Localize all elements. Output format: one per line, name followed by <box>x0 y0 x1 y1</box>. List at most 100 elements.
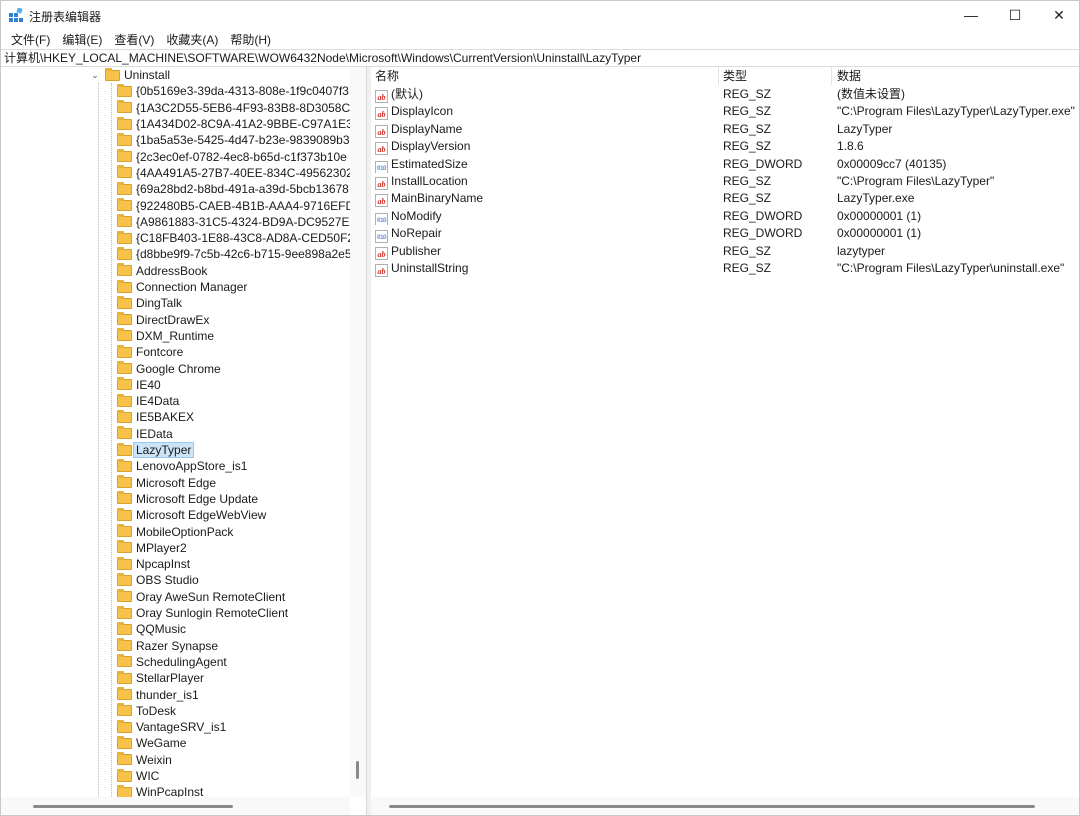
tree-node[interactable]: Connection Manager <box>117 279 247 295</box>
scrollbar-thumb[interactable] <box>389 805 1035 808</box>
tree-node[interactable]: MPlayer2 <box>117 540 187 556</box>
tree-node[interactable]: {C18FB403-1E88-43C8-AD8A-CED50F23 <box>117 230 361 246</box>
tree-node-label-selected: LazyTyper <box>133 442 195 459</box>
menu-help[interactable]: 帮助(H) <box>224 31 277 48</box>
value-row[interactable]: ab (默认) REG_SZ (数值未设置) <box>371 86 1079 103</box>
values-horizontal-scrollbar[interactable] <box>371 797 1079 815</box>
tree-node[interactable]: LazyTyper <box>117 442 195 459</box>
value-name-cell: ab DisplayVersion <box>375 138 715 156</box>
tree-node[interactable]: Fontcore <box>117 344 183 360</box>
tree-node[interactable]: AddressBook <box>117 263 207 279</box>
tree-node[interactable]: DXM_Runtime <box>117 328 214 344</box>
tree-node[interactable]: {1A434D02-8C9A-41A2-9BBE-C97A1E31 <box>117 116 359 132</box>
tree-node-label: WeGame <box>136 736 187 751</box>
value-data: 0x00009cc7 (40135) <box>837 156 947 171</box>
tree-node-uninstall[interactable]: ⌄ Uninstall <box>89 67 170 83</box>
value-row[interactable]: ab DisplayName REG_SZ LazyTyper <box>371 121 1079 138</box>
tree-node[interactable]: WeGame <box>117 735 186 751</box>
scrollbar-thumb[interactable] <box>33 805 233 808</box>
tree-node-label: {0b5169e3-39da-4313-808e-1f9c0407f3 <box>136 84 349 99</box>
title-bar[interactable]: 注册表编辑器 — ☐ ✕ <box>1 1 1079 29</box>
column-header-name[interactable]: 名称 <box>375 67 399 85</box>
menu-edit[interactable]: 编辑(E) <box>56 31 108 48</box>
tree-node[interactable]: {4AA491A5-27B7-40EE-834C-49562302A <box>117 165 361 181</box>
tree-node[interactable]: SchedulingAgent <box>117 654 227 670</box>
tree-node[interactable]: ToDesk <box>117 703 176 719</box>
menu-bar: 文件(F) 编辑(E) 查看(V) 收藏夹(A) 帮助(H) <box>1 29 1079 49</box>
value-row[interactable]: ab DisplayVersion REG_SZ 1.8.6 <box>371 138 1079 156</box>
tree-horizontal-scrollbar[interactable] <box>1 797 350 815</box>
tree-node-label: WIC <box>136 769 160 784</box>
close-button[interactable]: ✕ <box>1037 1 1080 29</box>
tree-node-label: {1ba5a53e-5425-4d47-b23e-9839089b3 <box>136 133 350 148</box>
tree-node[interactable]: Oray Sunlogin RemoteClient <box>117 605 288 621</box>
menu-view[interactable]: 查看(V) <box>108 31 160 48</box>
folder-icon <box>117 442 132 456</box>
menu-favorites[interactable]: 收藏夹(A) <box>160 31 224 48</box>
folder-icon <box>117 165 132 179</box>
value-row[interactable]: ab MainBinaryName REG_SZ LazyTyper.exe <box>371 190 1079 208</box>
tree-node[interactable]: OBS Studio <box>117 572 199 588</box>
value-row[interactable]: 010 NoModify REG_DWORD 0x00000001 (1) <box>371 208 1079 226</box>
tree-node[interactable]: DirectDrawEx <box>117 312 209 328</box>
value-data: "C:\Program Files\LazyTyper" <box>837 174 995 188</box>
tree-node[interactable]: {922480B5-CAEB-4B1B-AAA4-9716EFD( <box>117 197 358 213</box>
tree-node[interactable]: QQMusic <box>117 621 186 637</box>
column-separator[interactable] <box>718 67 719 85</box>
tree-vertical-scrollbar[interactable] <box>350 67 366 797</box>
tree-node[interactable]: {1A3C2D55-5EB6-4F93-83B8-8D3058C3 <box>117 100 357 116</box>
tree-node[interactable]: LenovoAppStore_is1 <box>117 458 247 474</box>
tree-node[interactable]: thunder_is1 <box>117 686 199 702</box>
tree-node[interactable]: {d8bbe9f9-7c5b-42c6-b715-9ee898a2e5 <box>117 246 352 262</box>
tree-node[interactable]: {A9861883-31C5-4324-BD9A-DC9527EE <box>117 214 357 230</box>
menu-file[interactable]: 文件(F) <box>5 31 56 48</box>
tree-node[interactable]: IE5BAKEX <box>117 409 194 425</box>
maximize-button[interactable]: ☐ <box>993 1 1037 29</box>
tree-node[interactable]: IE4Data <box>117 393 179 409</box>
tree-node[interactable]: IEData <box>117 426 173 442</box>
key-tree-pane[interactable]: ⌄ Uninstall {0b5169e3-39da-4313-808e-1f9… <box>1 67 367 815</box>
tree-node[interactable]: Razer Synapse <box>117 638 218 654</box>
tree-node[interactable]: Weixin <box>117 752 172 768</box>
tree-node[interactable]: {69a28bd2-b8bd-491a-a39d-5bcb13678 <box>117 181 349 197</box>
folder-icon <box>117 621 132 635</box>
folder-icon <box>117 426 132 440</box>
tree-node[interactable]: MobileOptionPack <box>117 523 233 539</box>
tree-node[interactable]: Google Chrome <box>117 360 221 376</box>
tree-node-label: {1A3C2D55-5EB6-4F93-83B8-8D3058C3 <box>136 100 357 115</box>
tree-node[interactable]: Oray AweSun RemoteClient <box>117 589 285 605</box>
tree-node[interactable]: WIC <box>117 768 159 784</box>
tree-node[interactable]: Microsoft Edge <box>117 475 216 491</box>
value-row[interactable]: ab Publisher REG_SZ lazytyper <box>371 243 1079 260</box>
folder-icon <box>117 377 132 391</box>
minimize-button[interactable]: — <box>949 1 993 29</box>
tree-node[interactable]: Microsoft Edge Update <box>117 491 258 507</box>
tree-node-label: DirectDrawEx <box>136 312 210 327</box>
tree-node[interactable]: StellarPlayer <box>117 670 204 686</box>
value-row[interactable]: ab DisplayIcon REG_SZ "C:\Program Files\Laz… <box>371 103 1079 121</box>
value-row[interactable]: ab InstallLocation REG_SZ "C:\Program Files… <box>371 173 1079 190</box>
tree-node-label: Microsoft EdgeWebView <box>136 508 267 523</box>
tree-node[interactable]: Microsoft EdgeWebView <box>117 507 266 523</box>
column-separator[interactable] <box>831 67 832 85</box>
value-row[interactable]: 010 NoRepair REG_DWORD 0x00000001 (1) <box>371 225 1079 243</box>
tree-node[interactable]: {0b5169e3-39da-4313-808e-1f9c0407f3 <box>117 83 349 99</box>
tree-node[interactable]: IE40 <box>117 377 161 393</box>
tree-guide-line <box>111 83 112 797</box>
tree-node[interactable]: {2c3ec0ef-0782-4ec8-b65d-c1f373b10e <box>117 149 347 165</box>
chevron-down-icon[interactable]: ⌄ <box>89 70 101 81</box>
tree-node[interactable]: DingTalk <box>117 295 182 311</box>
column-header-data[interactable]: 数据 <box>837 67 861 85</box>
tree-node[interactable]: {1ba5a53e-5425-4d47-b23e-9839089b3 <box>117 132 350 148</box>
address-bar[interactable]: 计算机\HKEY_LOCAL_MACHINE\SOFTWARE\WOW6432N… <box>1 49 1079 67</box>
tree-node[interactable]: VantageSRV_is1 <box>117 719 226 735</box>
column-header-type[interactable]: 类型 <box>723 67 747 85</box>
value-row[interactable]: ab UninstallString REG_SZ "C:\Program Files… <box>371 260 1079 277</box>
scrollbar-thumb[interactable] <box>356 761 359 779</box>
tree-node[interactable]: NpcapInst <box>117 556 190 572</box>
tree-node-label: IE40 <box>136 377 161 392</box>
values-pane[interactable]: 名称 类型 数据 ab (默认) REG_SZ (数值未设置) ab DisplayIco… <box>371 67 1079 815</box>
value-row[interactable]: 010 EstimatedSize REG_DWORD 0x00009cc7 (401… <box>371 156 1079 173</box>
value-name: InstallLocation <box>391 174 468 188</box>
tree-node-label: MPlayer2 <box>136 540 187 555</box>
